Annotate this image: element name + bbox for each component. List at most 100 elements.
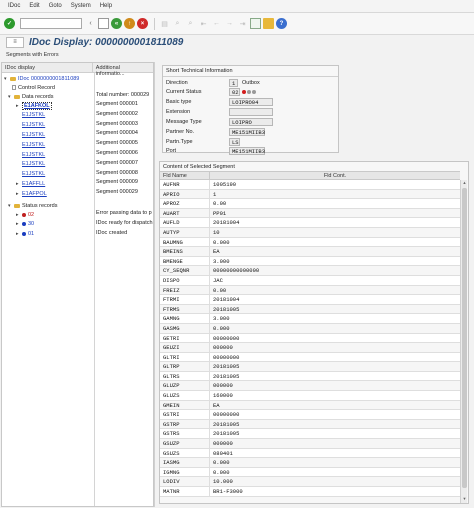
table-row[interactable]: APROZ 0.00	[160, 199, 460, 209]
table-row[interactable]: FTRMI 20181004	[160, 295, 460, 305]
tree-node-segment[interactable]: ▸ E1AFKOL Segment 000001	[2, 101, 154, 110]
table-row[interactable]: MATNR BR1-F3000	[160, 487, 460, 497]
new-session-icon[interactable]	[250, 18, 261, 29]
table-row[interactable]: GAMNG 3.000	[160, 314, 460, 324]
first-page-icon[interactable]: ⇤	[198, 18, 209, 29]
previous-page-icon[interactable]: ←	[211, 18, 222, 29]
table-row[interactable]: GASMG 0.000	[160, 323, 460, 334]
status-code[interactable]: 02	[28, 212, 34, 218]
table-row[interactable]: GSTRI 00000000	[160, 410, 460, 420]
scroll-down-icon[interactable]: ▼	[461, 496, 468, 503]
menu-goto[interactable]: Goto	[49, 3, 62, 9]
table-row[interactable]: FREIZ 0.00	[160, 285, 460, 296]
command-history-icon[interactable]: ‹	[85, 18, 96, 29]
table-row[interactable]: GSUZS 080401	[160, 448, 460, 459]
tree-node-status[interactable]: ▸ 30 IDoc ready for dispatch	[2, 220, 154, 229]
print-icon[interactable]: ▤	[159, 18, 170, 29]
column-header-fld-cont[interactable]: Fld Cont.	[210, 172, 460, 179]
tree-node-status-records[interactable]: ▾ Status records	[2, 201, 154, 210]
table-row[interactable]: BAUMNG 0.000	[160, 237, 460, 248]
table-row[interactable]: GSTRS 20181005	[160, 429, 460, 440]
segment-name-link[interactable]: E1AFFLL	[22, 181, 45, 187]
tree-label-data-records[interactable]: Data records	[22, 94, 54, 100]
menu-system[interactable]: System	[71, 3, 91, 9]
table-row[interactable]: AUFLD 20181004	[160, 218, 460, 228]
tree-node-segment[interactable]: E1JSTKL Segment 000007	[2, 160, 154, 169]
save-icon[interactable]	[98, 18, 109, 29]
table-row[interactable]: GMEIN EA	[160, 400, 460, 411]
table-row[interactable]: BMEINS EA	[160, 247, 460, 257]
segment-name-link[interactable]: E1AFPOL	[22, 191, 47, 197]
tree-node-segment[interactable]: E1JSTKL Segment 000004	[2, 130, 154, 139]
table-row[interactable]: AUART PP01	[160, 208, 460, 219]
find-next-icon[interactable]: ⌕	[185, 18, 196, 29]
tree-header-additional-info[interactable]: Additional informatio...	[93, 63, 153, 77]
find-icon[interactable]: ⌕	[172, 18, 183, 29]
menu-idoc[interactable]: IDoc	[8, 3, 20, 9]
table-row[interactable]: APRIO 1	[160, 189, 460, 200]
table-row[interactable]: LODIV 10.000	[160, 477, 460, 487]
tree-node-segment[interactable]: E1JSTKL Segment 000003	[2, 121, 154, 130]
segment-name-link[interactable]: E1AFKOL	[22, 101, 52, 110]
segment-name-link[interactable]: E1JSTKL	[22, 171, 45, 177]
tree-node-segment[interactable]: E1JSTKL Segment 000005	[2, 140, 154, 149]
segment-name-link[interactable]: E1JSTKL	[22, 122, 45, 128]
enter-check-icon[interactable]: ✓	[4, 18, 15, 29]
menu-help[interactable]: Help	[100, 3, 112, 9]
scrollbar-thumb[interactable]	[462, 188, 467, 488]
table-row[interactable]: GSTRP 20181005	[160, 419, 460, 430]
segment-name-link[interactable]: E1JSTKL	[22, 132, 45, 138]
tree-node-control-record[interactable]: Control Record	[2, 83, 154, 92]
last-page-icon[interactable]: ⇥	[237, 18, 248, 29]
tree-label-control-record[interactable]: Control Record	[18, 85, 55, 91]
menu-toggle-icon[interactable]: ≡	[6, 36, 24, 48]
tree-node-data-records[interactable]: ▾ Data records Total number: 000029	[2, 92, 154, 101]
tree-node-idoc[interactable]: ▾ IDoc 0000000001811089	[2, 74, 154, 83]
tree-node-status[interactable]: ▸ 01 IDoc created	[2, 230, 154, 239]
segment-name-link[interactable]: E1JSTKL	[22, 112, 45, 118]
exit-icon[interactable]: ↑	[124, 18, 135, 29]
tree-node-status[interactable]: ▸ 02 Error passing data to p	[2, 210, 154, 219]
next-page-icon[interactable]: →	[224, 18, 235, 29]
table-row[interactable]: GLTRP 20181005	[160, 362, 460, 372]
tree-node-segment[interactable]: ▸ E1AFFLL Segment 000009	[2, 179, 154, 188]
table-row[interactable]: DISPO JAC	[160, 275, 460, 286]
table-row[interactable]: AUFNR 1005190	[160, 180, 460, 190]
field-content-cell: 10	[213, 228, 220, 236]
segment-name-link[interactable]: E1JSTKL	[22, 152, 45, 158]
column-header-fld-name[interactable]: Fld Name	[160, 172, 210, 179]
table-row[interactable]: IASMG 0.000	[160, 458, 460, 468]
table-row[interactable]: GEUZI 000000	[160, 343, 460, 353]
help-icon[interactable]: ?	[276, 18, 287, 29]
table-row[interactable]: GLUZS 160000	[160, 391, 460, 401]
table-row[interactable]: GSUZP 000000	[160, 439, 460, 449]
cancel-icon[interactable]: ×	[137, 18, 148, 29]
table-row[interactable]: GETRI 00000000	[160, 333, 460, 344]
table-row[interactable]: BMENGE 3.000	[160, 256, 460, 267]
table-row[interactable]: GLTRI 00000000	[160, 352, 460, 363]
table-row[interactable]: IGMNG 0.000	[160, 467, 460, 478]
menu-edit[interactable]: Edit	[29, 3, 39, 9]
table-row[interactable]: AUTYP 10	[160, 227, 460, 238]
command-field[interactable]	[20, 18, 82, 29]
segments-with-errors-button[interactable]: Segments with Errors	[6, 52, 59, 58]
segment-name-link[interactable]: E1JSTKL	[22, 142, 45, 148]
tree-header-idoc-display[interactable]: IDoc display	[2, 63, 93, 72]
back-icon[interactable]: «	[111, 18, 122, 29]
table-row[interactable]: FTRMS 20181005	[160, 304, 460, 315]
shortcut-icon[interactable]	[263, 18, 274, 29]
status-code[interactable]: 30	[28, 221, 34, 227]
segment-vertical-scrollbar[interactable]: ▲ ▼	[460, 180, 467, 503]
tree-node-segment[interactable]: E1JSTKL Segment 000008	[2, 170, 154, 179]
table-row[interactable]: CY_SEQNR 00000000000000	[160, 266, 460, 276]
segment-name-link[interactable]: E1JSTKL	[22, 161, 45, 167]
tree-node-segment[interactable]: E1JSTKL Segment 000002	[2, 111, 154, 120]
scroll-up-icon[interactable]: ▲	[461, 180, 468, 187]
tree-node-segment[interactable]: E1JSTKL Segment 000006	[2, 150, 154, 159]
table-row[interactable]: GLUZP 000000	[160, 381, 460, 392]
table-row[interactable]: GLTRS 20181005	[160, 371, 460, 382]
tree-node-segment[interactable]: ▸ E1AFPOL Segment 000029	[2, 189, 154, 198]
tree-label-status-records[interactable]: Status records	[22, 203, 57, 209]
status-code[interactable]: 01	[28, 231, 34, 237]
tree-label-idoc[interactable]: IDoc 0000000001811089	[18, 76, 79, 82]
